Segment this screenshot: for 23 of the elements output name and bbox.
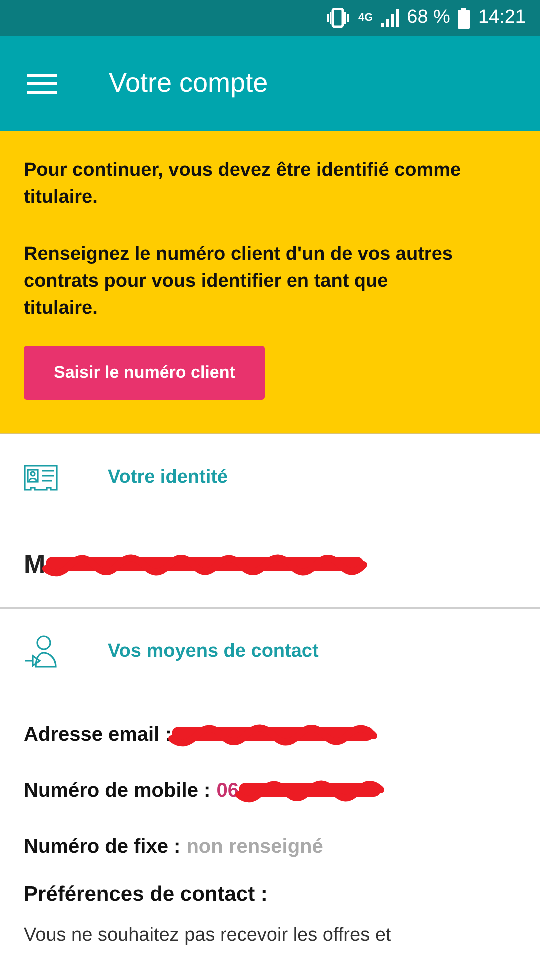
field-label: Numéro de fixe : (24, 836, 181, 858)
network-label: 4G (358, 12, 374, 24)
vibrate-icon (326, 8, 350, 28)
field-label: Numéro de mobile : (24, 780, 211, 802)
signal-icon (381, 9, 400, 27)
preferences-text: Vous ne souhaitez pas recevoir les offres et (24, 925, 392, 947)
battery-percent: 68 % (407, 7, 450, 29)
menu-icon (27, 74, 57, 94)
enter-number-button[interactable]: Saisir le numéro client (24, 346, 266, 400)
section-title: Vos moyens de contact (108, 641, 319, 663)
notice-text: Renseignez le numéro client d'un de vos autres contrats pour vous identifier en tant que titulaire. (24, 243, 454, 321)
person-arrow-icon (24, 635, 58, 669)
preferences-heading: Préférences de contact : (24, 883, 269, 907)
field-value: non renseigné (186, 836, 324, 858)
field-value: 06 (216, 780, 239, 802)
screen-title: Votre compte (109, 68, 268, 99)
clock: 14:21 (478, 7, 526, 29)
id-card-icon (24, 464, 58, 492)
battery-icon (458, 8, 470, 28)
customer-name: M (24, 549, 46, 580)
menu-button[interactable] (27, 74, 57, 94)
notice-text: Pour continuer, vous devez être identifié comme titulaire. (24, 159, 462, 210)
section-title: Votre identité (108, 467, 228, 489)
